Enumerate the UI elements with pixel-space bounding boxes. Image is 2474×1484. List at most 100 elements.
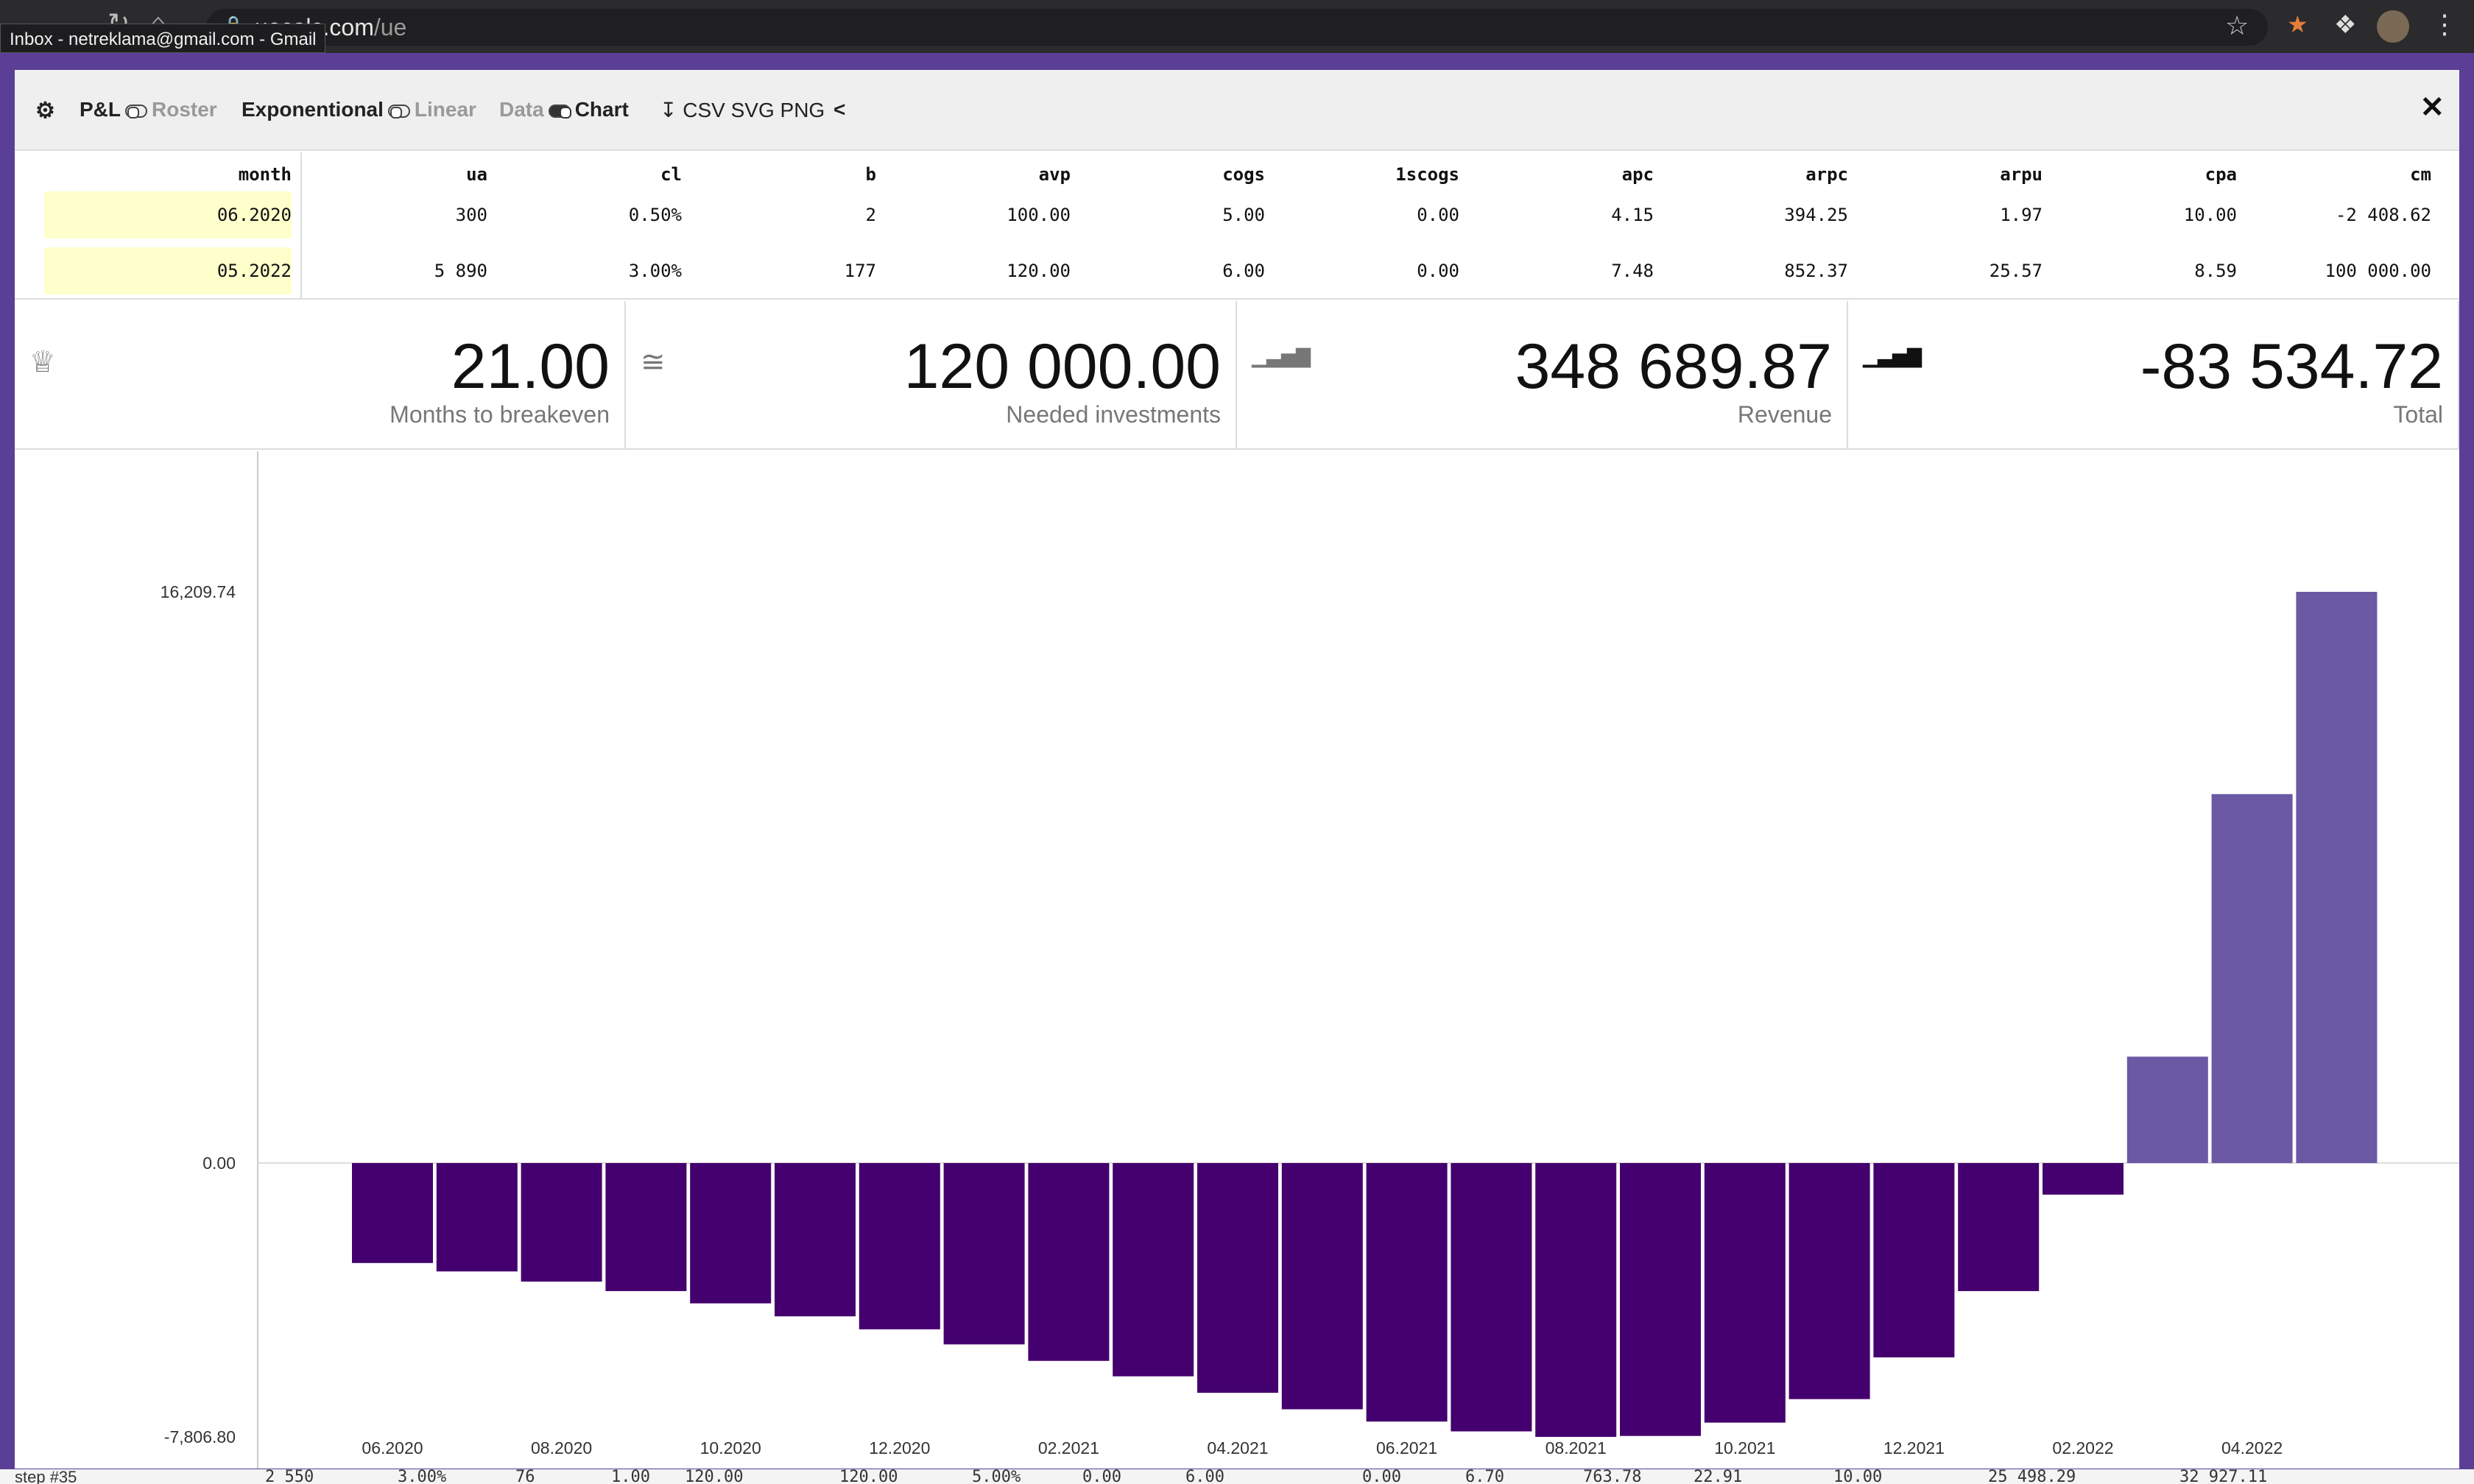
profile-avatar[interactable] <box>2377 10 2409 43</box>
x-tick-label: 06.2020 <box>362 1438 423 1458</box>
data-chart-toggle[interactable]: Data Chart <box>499 98 629 121</box>
step-cell: 1.00 <box>611 1469 650 1484</box>
bar-08.2020 <box>521 1163 602 1282</box>
exponential-label: Exponentional <box>242 98 384 121</box>
bar-06.2021 <box>1366 1163 1448 1422</box>
kpi-card: ▁▃▅▇ 348 689.87 Revenue <box>1237 301 1848 448</box>
kpi-value: 348 689.87 <box>1515 331 1832 402</box>
table-cell: 3.00% <box>628 261 682 281</box>
extension-icon[interactable]: ★ <box>2287 10 2308 38</box>
step-cell: 5.00% <box>972 1469 1021 1484</box>
pl-label: P&L <box>80 98 121 121</box>
bar-04.2021 <box>1197 1163 1278 1393</box>
table-cell: 0.50% <box>628 205 682 225</box>
kpi-card: ≅ 120 000.00 Needed investments <box>626 301 1237 448</box>
x-tick-label: 06.2021 <box>1376 1438 1437 1458</box>
step-cell: 0.00 <box>1082 1469 1121 1484</box>
approx-icon: ≅ <box>641 346 666 378</box>
bar-02.2021 <box>1028 1163 1110 1361</box>
step-cell: 76 <box>515 1469 535 1484</box>
scale-toggle[interactable]: Exponentional Linear <box>242 98 476 121</box>
toggle-icon <box>125 104 147 119</box>
kpi-card: ▁▃▅▇ -83 534.72 Total <box>1848 301 2459 448</box>
table-cell: 10.00 <box>2183 205 2237 225</box>
step-cell: 25 498.29 <box>1988 1469 2076 1484</box>
step-cell: 10.00 <box>1833 1469 1883 1484</box>
kpi-label: Needed investments <box>1006 401 1221 428</box>
x-tick-label: 02.2022 <box>2052 1438 2113 1458</box>
step-cell: 0.00 <box>1362 1469 1401 1484</box>
bar-03.2021 <box>1113 1163 1194 1377</box>
x-tick-label: 10.2020 <box>700 1438 761 1458</box>
bar-02.2022 <box>2043 1163 2124 1195</box>
bar-12.2020 <box>859 1163 940 1329</box>
pl-roster-toggle[interactable]: P&L Roster <box>80 98 217 121</box>
table-header-month: month <box>238 164 292 185</box>
export-button[interactable]: ↧ CSV SVG PNG <box>660 98 825 122</box>
table-header-1scogs: 1scogs <box>1395 164 1459 185</box>
url-path: /ue <box>373 14 407 40</box>
close-icon[interactable]: ✕ <box>2420 91 2445 124</box>
table-cell: 5.00 <box>1222 205 1265 225</box>
bar-05.2022 <box>2296 592 2378 1163</box>
bar-10.2020 <box>690 1163 772 1304</box>
table-cell: 6.00 <box>1222 261 1265 281</box>
kpi-label: Months to breakeven <box>390 401 610 428</box>
chart-label: Chart <box>574 98 629 121</box>
data-label: Data <box>499 98 544 121</box>
bar-04.2022 <box>2211 794 2293 1163</box>
kpi-value: 21.00 <box>451 331 610 402</box>
table-header-arpc: arpc <box>1805 164 1848 185</box>
table-cell: 0.00 <box>1417 205 1459 225</box>
share-icon[interactable]: < <box>834 98 845 121</box>
table-cell: -2 408.62 <box>2335 205 2431 225</box>
table-cell[interactable]: 06.2020 <box>217 205 292 225</box>
bar-01.2022 <box>1958 1163 2040 1291</box>
kebab-menu-icon[interactable]: ⋮ <box>2431 9 2458 40</box>
tab-tooltip: Inbox - netreklama@gmail.com - Gmail <box>0 24 326 53</box>
step-cell: 763.78 <box>1583 1469 1642 1484</box>
table-header-cm: cm <box>2410 164 2431 185</box>
x-tick-label: 02.2021 <box>1038 1438 1099 1458</box>
table-header-cogs: cogs <box>1222 164 1265 185</box>
kpi-label: Revenue <box>1737 401 1832 428</box>
puzzle-icon[interactable]: ❖ <box>2334 10 2356 40</box>
chart-svg: 16,209.74 0.00 -7,806.80 06.2020 08.2020 10.2… <box>161 451 2459 1469</box>
table-cell: 7.48 <box>1611 261 1654 281</box>
x-tick-label: 12.2021 <box>1883 1438 1945 1458</box>
table-header-apc: apc <box>1621 164 1654 185</box>
step-cell: 120.00 <box>685 1469 744 1484</box>
y-tick-label: 16,209.74 <box>161 582 236 601</box>
table-cell: 120.00 <box>1007 261 1071 281</box>
table-header-cpa: cpa <box>2205 164 2237 185</box>
bar-01.2021 <box>943 1163 1025 1345</box>
bar-10.2021 <box>1704 1163 1786 1423</box>
table-header-b: b <box>865 164 876 185</box>
y-tick-label: -7,806.80 <box>164 1427 236 1446</box>
y-tick-label: 0.00 <box>202 1153 236 1173</box>
table-cell: 852.37 <box>1784 261 1848 281</box>
linear-label: Linear <box>414 98 476 121</box>
toggle-icon <box>387 104 410 119</box>
bookmark-star-icon[interactable]: ☆ <box>2225 10 2249 41</box>
step-cell: 3.00% <box>398 1469 447 1484</box>
table-cell: 300 <box>455 205 487 225</box>
bar-06.2020 <box>352 1163 433 1263</box>
address-bar[interactable]: uecalc.com/ue <box>206 9 2268 46</box>
table-cell: 0.00 <box>1417 261 1459 281</box>
table-header-arpu: arpu <box>2000 164 2043 185</box>
kpi-row: ♕ 21.00 Months to breakeven ≅ 120 000.00 Need… <box>15 301 2459 450</box>
table-cell: 394.25 <box>1784 205 1848 225</box>
x-tick-label: 08.2020 <box>531 1438 592 1458</box>
gear-icon[interactable]: ⚙ <box>35 98 55 124</box>
x-tick-label: 04.2022 <box>2221 1438 2283 1458</box>
bar-chart-icon: ▁▃▅▇ <box>1863 345 1922 367</box>
table-header-cl: cl <box>660 164 682 185</box>
table-cell: 100.00 <box>1007 205 1071 225</box>
table-cell: 8.59 <box>2194 261 2237 281</box>
toggle-icon <box>548 104 571 119</box>
summary-table: month ua cl b avp cogs 1scogs apc arpc arpu cpa cm 0… <box>15 152 2459 300</box>
table-cell[interactable]: 05.2022 <box>217 261 292 281</box>
kpi-card: ♕ 21.00 Months to breakeven <box>15 301 626 448</box>
kpi-value: -83 534.72 <box>2140 331 2443 402</box>
